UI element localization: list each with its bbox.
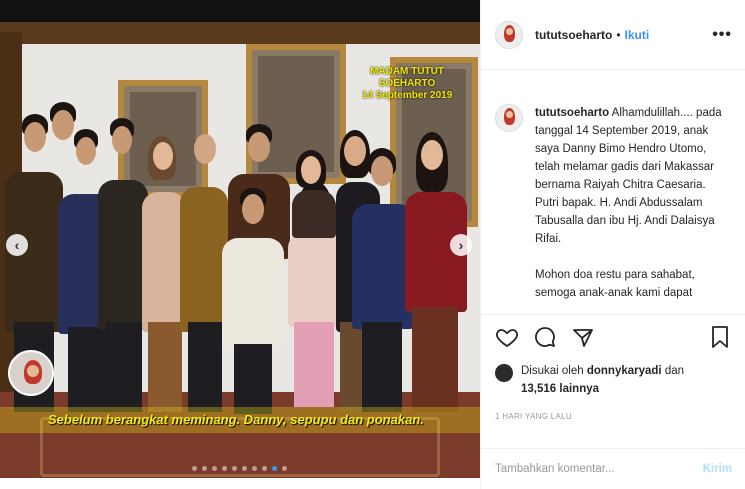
caption-avatar[interactable] [495, 104, 523, 132]
profile-avatar[interactable] [495, 20, 523, 49]
carousel-dots [192, 466, 287, 471]
carousel-prev-button[interactable]: ‹ [6, 234, 28, 256]
likes-middle: dan [661, 365, 685, 377]
likes-text: Disukai oleh donnykaryadi dan 13,516 lai… [521, 362, 684, 398]
caption-paragraph2: Mohon doa restu para sahabat, semoga ana… [535, 269, 695, 299]
post-header: tututsoeharto • Ikuti ••• [481, 0, 745, 70]
carousel-dot [272, 466, 277, 471]
post-comment-button[interactable]: Kirim [703, 463, 732, 475]
header-username[interactable]: tututsoeharto [535, 28, 612, 42]
watermark-line1: MADAM TUTUT SOEHARTO [370, 66, 444, 89]
photo-ceiling [0, 22, 480, 44]
caption-author[interactable]: tututsoeharto [535, 107, 609, 119]
carousel-dot [232, 466, 237, 471]
carousel-dot [252, 466, 257, 471]
carousel-dot [212, 466, 217, 471]
photo-caption: Sebelum berangkat meminang. Danny, sepup… [48, 412, 424, 427]
carousel-dot [202, 466, 207, 471]
post-photo[interactable]: MADAM TUTUT SOEHARTO 14 September 2019 S… [0, 22, 480, 489]
bookmark-icon[interactable] [708, 325, 732, 349]
post-sidebar: tututsoeharto • Ikuti ••• tututsoeharto … [480, 0, 745, 489]
follow-button[interactable]: Ikuti [625, 28, 650, 42]
liker-username[interactable]: donnykaryadi [587, 365, 662, 377]
header-separator: • [616, 27, 621, 42]
share-icon[interactable] [571, 325, 595, 349]
carousel-dot [222, 466, 227, 471]
caption-text: tututsoeharto Alhamdulillah.... pada tan… [535, 104, 732, 314]
heart-icon[interactable] [495, 325, 519, 349]
likes-prefix: Disukai oleh [521, 365, 587, 377]
caption-paragraph1: Alhamdulillah.... pada tanggal 14 Septem… [535, 107, 722, 245]
comment-input[interactable] [495, 463, 703, 475]
carousel-dot [242, 466, 247, 471]
post-timestamp[interactable]: 1 HARI YANG LALU [495, 412, 572, 421]
comment-icon[interactable] [533, 325, 557, 349]
more-options-icon[interactable]: ••• [712, 26, 732, 44]
overlay-avatar [8, 350, 54, 396]
likes-summary: Disukai oleh donnykaryadi dan 13,516 lai… [495, 362, 735, 398]
action-bar [481, 314, 745, 366]
carousel-dot [262, 466, 267, 471]
watermark-line2: 14 September 2019 [361, 90, 453, 101]
add-comment-bar: Kirim [481, 448, 745, 489]
carousel-dot [282, 466, 287, 471]
photo-watermark: MADAM TUTUT SOEHARTO 14 September 2019 [352, 66, 462, 102]
likes-suffix[interactable]: lainnya [556, 383, 599, 395]
carousel-next-button[interactable]: › [450, 234, 472, 256]
post-caption-area: tututsoeharto Alhamdulillah.... pada tan… [481, 70, 745, 314]
liker-avatar[interactable] [495, 364, 513, 382]
photo-bottom-border [0, 478, 480, 489]
likes-count[interactable]: 13,516 [521, 383, 556, 395]
carousel-dot [192, 466, 197, 471]
